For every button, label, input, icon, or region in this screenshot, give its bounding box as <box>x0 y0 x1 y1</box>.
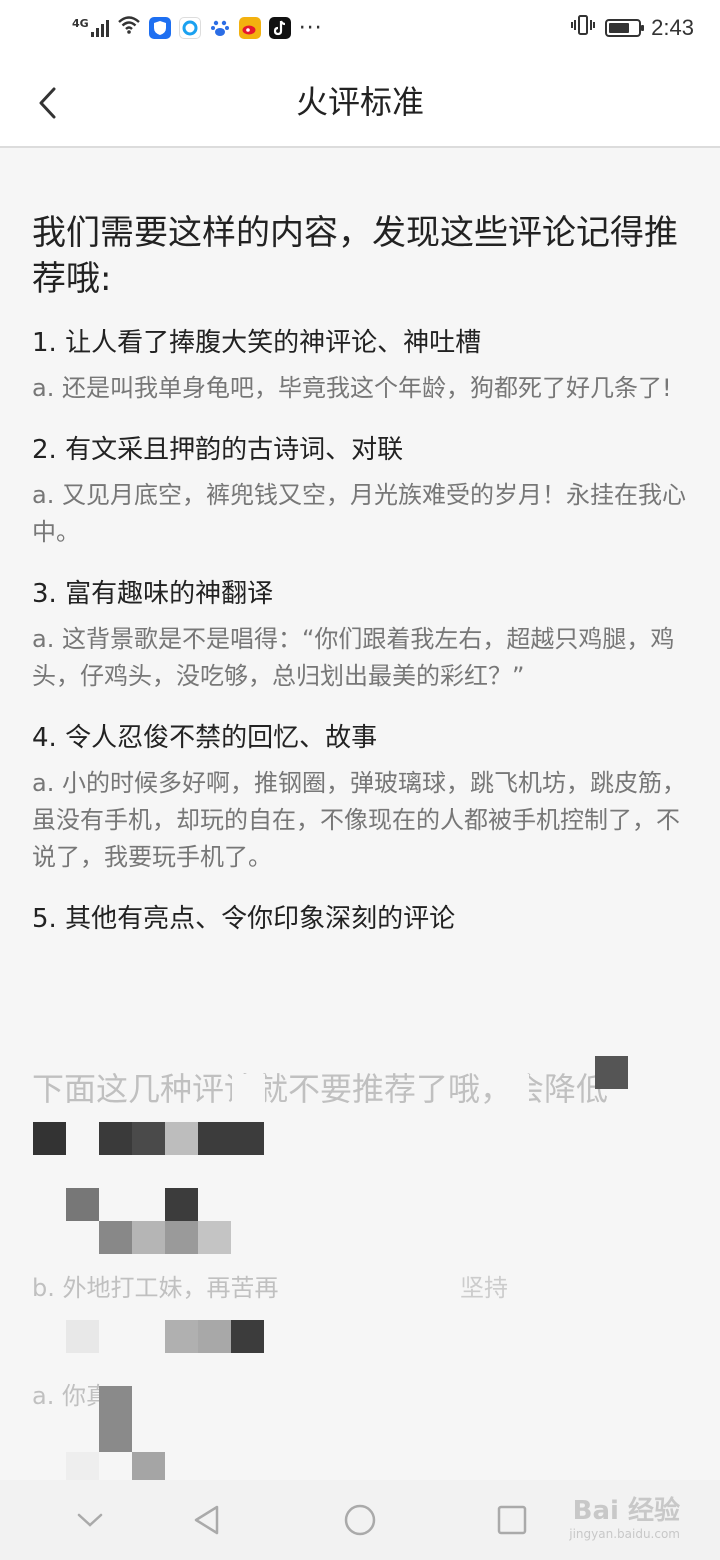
mosaic-block <box>595 1056 628 1089</box>
watermark-brand: Bai 经验 <box>572 1496 680 1526</box>
nav-recents-button[interactable] <box>490 1498 534 1542</box>
criteria-example: a. 又见月底空，裤兜钱又空，月光族难受的岁月！永挂在我心中。 <box>32 481 686 546</box>
obscured-line-b-end: 坚持 <box>460 1274 508 1302</box>
mosaic-block <box>165 1122 198 1155</box>
mosaic-block <box>99 1386 132 1452</box>
criteria-example: a. 小的时候多好啊，推钢圈，弹玻璃球，跳飞机坊，跳皮筋，虽没有手机，却玩的自在… <box>32 769 686 871</box>
mosaic-block <box>165 1221 198 1254</box>
clock: 2:43 <box>651 15 694 40</box>
mosaic-block <box>132 1452 165 1480</box>
criteria-title: 4. 令人忍俊不禁的回忆、故事 <box>32 723 378 753</box>
mosaic-block <box>198 1320 231 1353</box>
app-bar: 火评标准 <box>0 56 720 148</box>
chevron-down-icon <box>77 1513 103 1527</box>
criteria-title: 3. 富有趣味的神翻译 <box>32 579 274 609</box>
mosaic-block <box>496 1074 529 1107</box>
screen: 4G ··· 2:43 火评标准 我们需要这样的内容，发现这些评论记得推荐哦: … <box>0 0 720 1560</box>
criteria-item: 5. 其他有亮点、令你印象深刻的评论 <box>32 900 688 938</box>
criteria-title: 2. 有文采且押韵的古诗词、对联 <box>32 435 404 465</box>
criteria-item: 3. 富有趣味的神翻译 a. 这背景歌是不是唱得：“你们跟着我左右，超越只鸡腿，… <box>32 575 688 695</box>
nav-home-button[interactable] <box>338 1498 382 1542</box>
browser-app-icon <box>178 17 201 39</box>
wifi-icon <box>117 15 141 41</box>
mosaic-block <box>66 1188 99 1221</box>
circle-home-icon <box>344 1504 376 1536</box>
nav-collapse-button[interactable] <box>68 1498 112 1542</box>
nav-back-button[interactable] <box>184 1498 228 1542</box>
mosaic-block <box>165 1188 198 1221</box>
obscured-section: 下面这几种评论就不要推荐了哦，会降低 b. 外地打工妹，再苦再 坚持 a. 你真 <box>0 1050 720 1480</box>
mosaic-block <box>99 1221 132 1254</box>
shield-app-icon <box>148 17 171 39</box>
tiktok-app-icon <box>268 17 291 39</box>
mosaic-block <box>66 1320 99 1353</box>
square-recents-icon <box>497 1505 527 1535</box>
mosaic-block <box>99 1122 132 1155</box>
criteria-item: 4. 令人忍俊不禁的回忆、故事 a. 小的时候多好啊，推钢圈，弹玻璃球，跳飞机坊… <box>32 719 688 876</box>
weibo-app-icon <box>238 17 261 39</box>
status-bar-right: 2:43 <box>571 14 694 42</box>
criteria-example: a. 还是叫我单身龟吧，毕竟我这个年龄，狗都死了好几条了! <box>32 374 672 402</box>
criteria-item: 1. 让人看了捧腹大笑的神评论、神吐槽 a. 还是叫我单身龟吧，毕竟我这个年龄，… <box>32 324 688 407</box>
intro-heading: 我们需要这样的内容，发现这些评论记得推荐哦: <box>32 213 678 299</box>
criteria-title: 1. 让人看了捧腹大笑的神评论、神吐槽 <box>32 328 482 358</box>
baidu-app-icon <box>208 17 231 39</box>
status-bar-left: 4G ··· <box>72 15 323 41</box>
mosaic-block <box>198 1122 264 1155</box>
criteria-item: 2. 有文采且押韵的古诗词、对联 a. 又见月底空，裤兜钱又空，月光族难受的岁月… <box>32 431 688 551</box>
mosaic-block <box>132 1122 165 1155</box>
vibrate-icon <box>571 14 596 42</box>
page-title: 火评标准 <box>295 83 424 121</box>
system-nav-bar: Bai 经验 jingyan.baidu.com <box>0 1480 720 1560</box>
baidu-jingyan-watermark: Bai 经验 jingyan.baidu.com <box>569 1490 680 1541</box>
criteria-title: 5. 其他有亮点、令你印象深刻的评论 <box>32 904 456 934</box>
signal-icon <box>90 19 109 37</box>
mosaic-block <box>33 1122 66 1155</box>
network-type: 4G <box>72 17 89 30</box>
mosaic-block <box>231 1320 264 1353</box>
triangle-back-icon <box>194 1505 219 1535</box>
watermark-url: jingyan.baidu.com <box>569 1527 680 1541</box>
mosaic-block <box>132 1221 165 1254</box>
obscured-line-b: b. 外地打工妹，再苦再 <box>32 1274 279 1302</box>
content-area: 我们需要这样的内容，发现这些评论记得推荐哦: 1. 让人看了捧腹大笑的神评论、神… <box>32 210 688 962</box>
mosaic-block <box>198 1221 231 1254</box>
status-bar: 4G ··· 2:43 <box>0 0 720 56</box>
more-dots-icon: ··· <box>298 15 323 41</box>
mosaic-block <box>66 1452 99 1480</box>
criteria-example: a. 这背景歌是不是唱得：“你们跟着我左右，超越只鸡腿，鸡头，仔鸡头，没吃够，总… <box>32 625 675 690</box>
mosaic-block <box>165 1320 198 1353</box>
battery-icon <box>605 19 645 37</box>
